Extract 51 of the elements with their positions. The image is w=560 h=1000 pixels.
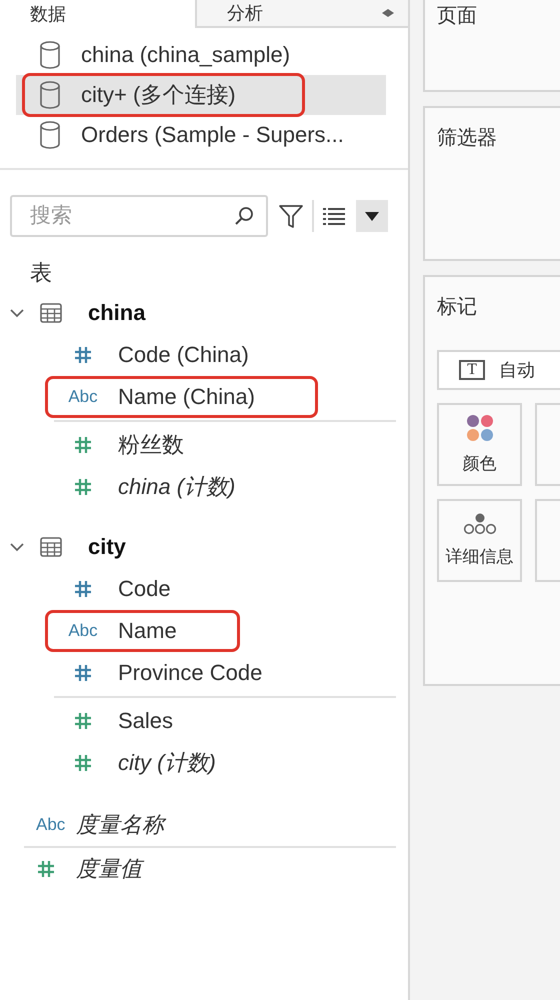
filter-icon[interactable] — [278, 203, 304, 229]
database-icon — [39, 81, 61, 109]
field-name[interactable]: Name — [118, 618, 177, 644]
field-name[interactable]: Code (China) — [118, 342, 249, 368]
data-source-item[interactable]: Orders (Sample - Supers... — [16, 115, 386, 155]
number-icon — [73, 711, 93, 731]
field-name[interactable]: 度量名称 — [76, 810, 164, 840]
shelf-title: 页面 — [437, 4, 477, 29]
table-icon — [40, 537, 62, 557]
number-icon — [73, 753, 93, 773]
color-dots-icon — [466, 414, 494, 442]
field-name[interactable]: Code — [118, 576, 171, 602]
detail-dots-icon — [462, 513, 496, 535]
caret-icon — [382, 9, 394, 17]
field-name[interactable]: Sales — [118, 708, 174, 734]
shelf-title: 筛选器 — [437, 126, 497, 151]
mark-type-dropdown[interactable]: T 自动 — [437, 350, 560, 390]
database-icon — [39, 41, 61, 69]
string-type-label: Abc — [68, 621, 98, 641]
field-name[interactable]: city (计数) — [118, 748, 216, 778]
table-name[interactable]: city — [88, 534, 126, 560]
field-name[interactable]: 粉丝数 — [118, 430, 184, 460]
shelf-title: 标记 — [437, 295, 477, 320]
number-icon — [36, 859, 56, 879]
database-icon — [39, 121, 61, 149]
list-view-icon[interactable] — [322, 206, 346, 226]
number-icon — [73, 435, 93, 455]
section-heading: 表 — [29, 259, 53, 287]
detail-button[interactable]: 详细信息 — [437, 499, 522, 582]
string-type-label: Abc — [68, 387, 98, 407]
number-icon — [73, 579, 93, 599]
number-icon — [73, 477, 93, 497]
number-icon — [73, 663, 93, 683]
string-type-label: Abc — [36, 815, 66, 835]
number-icon — [73, 345, 93, 365]
text-mark-icon: T — [459, 360, 485, 380]
field-name[interactable]: Province Code — [118, 660, 262, 686]
caret-icon — [365, 212, 379, 220]
data-source-item[interactable]: city+ (多个连接) — [16, 75, 386, 115]
data-source-item[interactable]: china (china_sample) — [16, 35, 386, 75]
table-name[interactable]: china — [88, 300, 146, 326]
search-icon — [234, 206, 254, 226]
field-name[interactable]: 度量值 — [76, 854, 142, 884]
search-input[interactable]: 搜索 — [28, 203, 234, 229]
field-name[interactable]: Name (China) — [118, 384, 255, 410]
tab[interactable]: 分析 — [195, 0, 408, 28]
field-name[interactable]: china (计数) — [118, 472, 236, 502]
dropdown-button[interactable] — [356, 200, 388, 232]
table-icon — [40, 303, 62, 323]
color-button[interactable]: 颜色 — [437, 403, 522, 486]
search-field[interactable]: 搜索 — [10, 195, 268, 237]
